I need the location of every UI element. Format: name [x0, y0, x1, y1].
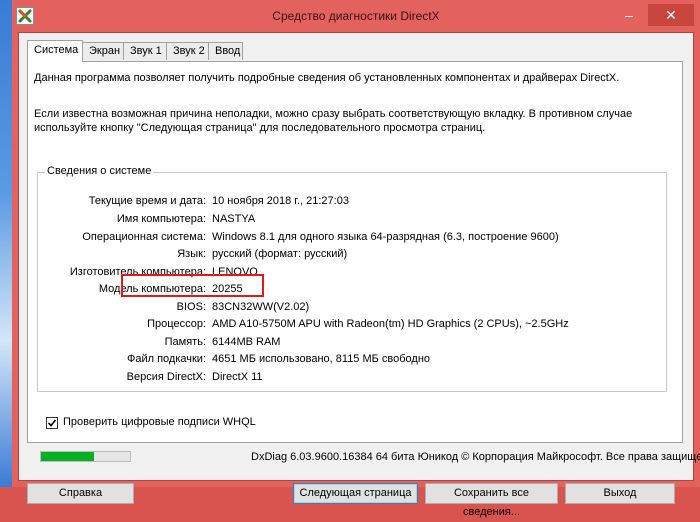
info-label: Текущие время и дата: — [88, 195, 206, 207]
tab-sound-1[interactable]: Звук 1 — [123, 42, 167, 60]
title-bar[interactable]: Средство диагностики DirectX – ✕ — [12, 0, 700, 32]
footer-copyright: DxDiag 6.03.9600.16384 64 бита Юникод © … — [251, 451, 700, 463]
tab-system[interactable]: Система — [27, 40, 83, 62]
info-row-language: Язык: русский (формат: русский) — [38, 248, 658, 264]
tab-label: Звук 1 — [130, 45, 162, 57]
info-row-datetime: Текущие время и дата: 10 ноября 2018 г.,… — [38, 195, 658, 211]
info-row-directx-version: Версия DirectX: DirectX 11 — [38, 371, 658, 387]
intro-text: Данная программа позволяет получить подр… — [34, 72, 620, 84]
info-row-memory: Память: 6144MB RAM — [38, 336, 658, 352]
checkmark-icon — [47, 419, 57, 427]
info-value: AMD A10-5750M APU with Radeon(tm) HD Gra… — [212, 318, 569, 330]
dxdiag-window: Средство диагностики DirectX – ✕ Система… — [12, 0, 700, 518]
info-label: BIOS: — [176, 301, 206, 313]
minimize-icon: – — [625, 7, 633, 23]
whql-label: Проверить цифровые подписи WHQL — [63, 416, 256, 428]
system-panel: Данная программа позволяет получить подр… — [27, 61, 683, 443]
tab-label: Система — [34, 44, 79, 56]
info-row-processor: Процессор: AMD A10-5750M APU with Radeon… — [38, 318, 658, 334]
minimize-button[interactable]: – — [615, 4, 643, 26]
tab-label: Ввод — [215, 45, 241, 57]
info-value: русский (формат: русский) — [212, 248, 348, 260]
tab-display[interactable]: Экран — [82, 42, 124, 60]
info-label: Версия DirectX: — [126, 371, 206, 383]
progress-bar — [40, 451, 131, 462]
info-value: 10 ноября 2018 г., 21:27:03 — [212, 195, 349, 207]
info-value: NASTYA — [212, 213, 256, 225]
progress-fill — [41, 452, 95, 461]
next-page-button[interactable]: Следующая страница — [293, 483, 418, 504]
info-value: 4651 МБ использовано, 8115 МБ свободно — [212, 353, 431, 365]
info-row-bios: BIOS: 83CN32WW(V2.02) — [38, 301, 658, 317]
info-row-os: Операционная система: Windows 8.1 для од… — [38, 231, 658, 247]
window-title: Средство диагностики DirectX — [272, 9, 440, 23]
tab-label: Экран — [89, 45, 121, 57]
tab-label: Звук 2 — [173, 45, 205, 57]
close-icon: ✕ — [665, 7, 677, 23]
info-label: Язык: — [177, 248, 206, 260]
exit-button[interactable]: Выход — [565, 483, 675, 504]
info-label: Файл подкачки: — [126, 353, 206, 365]
close-button[interactable]: ✕ — [648, 4, 694, 26]
intro-hint-text: Если известна возможная причина неполадк… — [34, 108, 633, 134]
info-row-page-file: Файл подкачки: 4651 МБ использовано, 811… — [38, 353, 658, 369]
tab-input[interactable]: Ввод — [208, 42, 243, 60]
whql-checkbox[interactable] — [46, 417, 58, 429]
info-row-computer-name: Имя компьютера: NASTYA — [38, 213, 658, 229]
tab-sound-2[interactable]: Звук 2 — [166, 42, 209, 60]
directx-version-highlight — [121, 274, 264, 297]
save-all-button[interactable]: Сохранить все сведения... — [425, 483, 558, 518]
info-value: 6144MB RAM — [212, 336, 281, 348]
help-button[interactable]: Справка — [27, 483, 134, 504]
info-label: Имя компьютера: — [116, 213, 206, 225]
desktop-background — [0, 0, 12, 487]
window-content: Система Экран Звук 1 Звук 2 Ввод Данная … — [18, 32, 700, 518]
info-value: Windows 8.1 для одного языка 64-разрядна… — [212, 231, 559, 243]
info-label: Процессор: — [147, 318, 206, 330]
info-value: 83CN32WW(V2.02) — [212, 301, 310, 313]
info-label: Память: — [164, 336, 206, 348]
info-label: Операционная система: — [82, 231, 206, 243]
info-value: DirectX 11 — [212, 371, 263, 383]
group-title: Сведения о системе — [45, 165, 154, 177]
